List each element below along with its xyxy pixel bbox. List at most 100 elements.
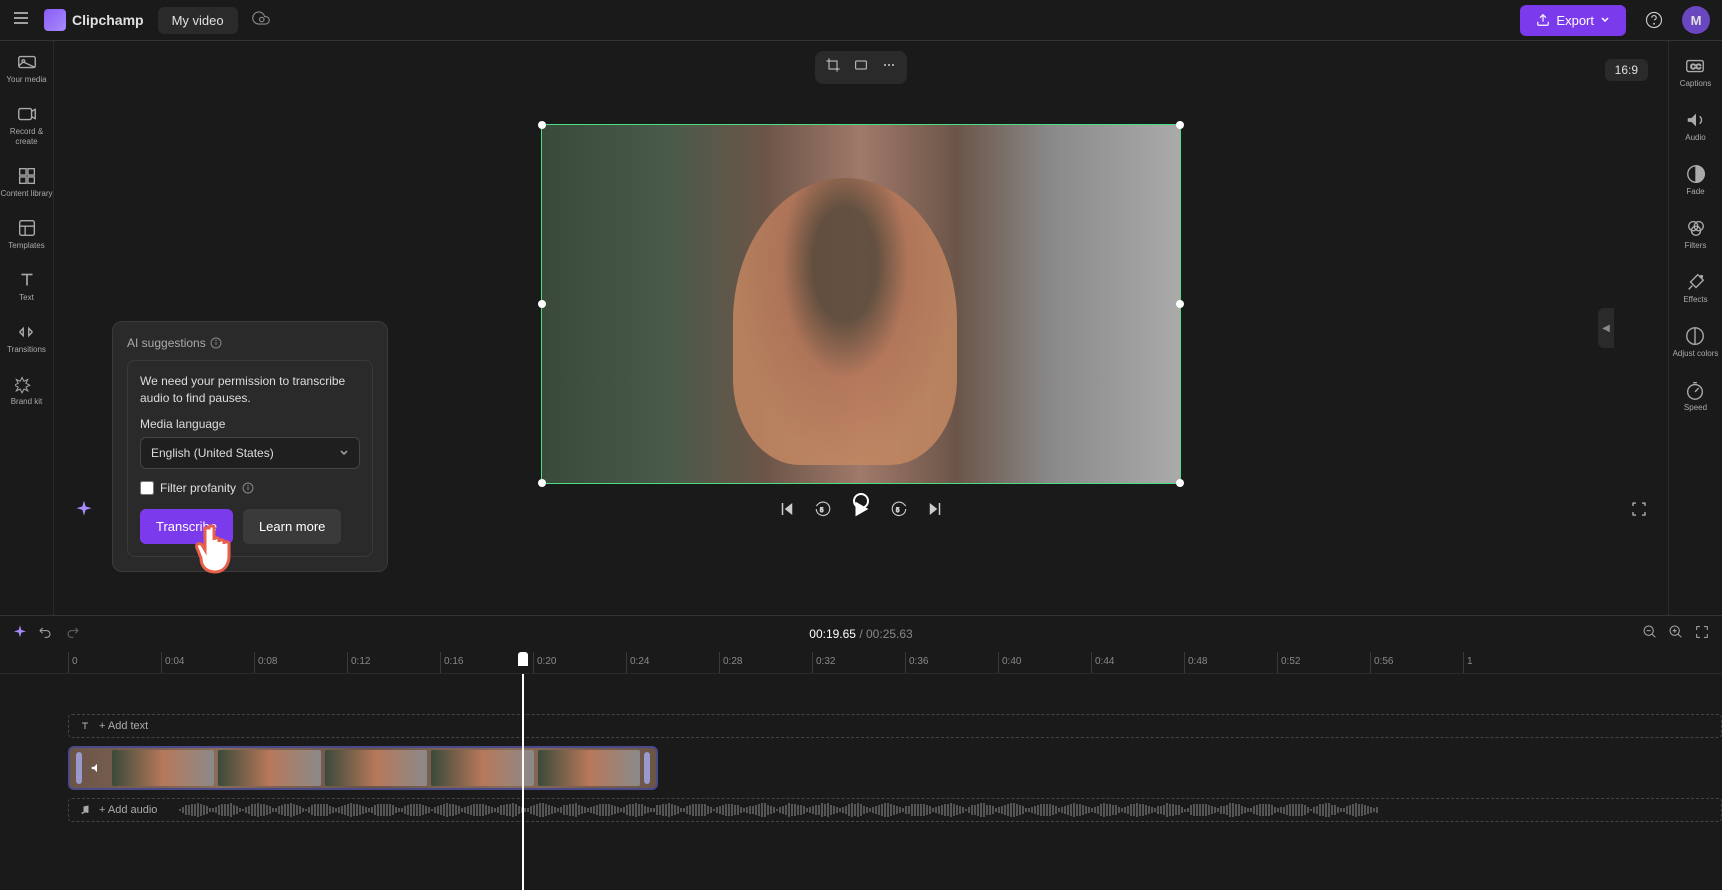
ai-suggestions-panel: AI suggestions We need your permission t… xyxy=(112,321,388,572)
resize-handle-tr[interactable] xyxy=(1176,121,1184,129)
cloud-sync-icon[interactable] xyxy=(252,9,270,32)
preview-center: 16:9 5 5 xyxy=(54,41,1668,615)
total-time: 00:25.63 xyxy=(866,627,913,641)
svg-text:5: 5 xyxy=(820,508,824,514)
sidebar-record-create[interactable]: Record & create xyxy=(0,103,53,147)
sidebar-your-media[interactable]: Your media xyxy=(6,51,46,85)
sidebar-fade[interactable]: Fade xyxy=(1685,163,1707,197)
playhead[interactable] xyxy=(522,674,524,890)
sidebar-label: Filters xyxy=(1685,241,1707,251)
redo-button[interactable] xyxy=(64,624,80,645)
timeline-timecode: 00:19.65 / 00:25.63 xyxy=(809,627,912,641)
zoom-out-button[interactable] xyxy=(1642,624,1658,645)
zoom-in-button[interactable] xyxy=(1668,624,1684,645)
svg-text:CC: CC xyxy=(1691,62,1702,71)
sidebar-left: Your media Record & create Content libra… xyxy=(0,41,54,615)
forward-button[interactable]: 5 xyxy=(890,500,908,523)
sidebar-label: Fade xyxy=(1686,187,1704,197)
ruler-tick: 0:20 xyxy=(533,652,556,673)
sidebar-brand-kit[interactable]: Brand kit xyxy=(11,373,43,407)
app-header: Clipchamp My video Export M xyxy=(0,0,1722,41)
video-thumbnail xyxy=(538,750,640,786)
ai-timeline-icon[interactable] xyxy=(12,624,28,645)
sidebar-filters[interactable]: Filters xyxy=(1685,217,1707,251)
clip-handle-right[interactable] xyxy=(644,752,650,784)
chevron-down-icon xyxy=(1600,15,1610,25)
sidebar-adjust-colors[interactable]: Adjust colors xyxy=(1673,325,1719,359)
sidebar-effects[interactable]: Effects xyxy=(1683,271,1707,305)
ai-button-row: Transcribe Learn more xyxy=(140,509,360,544)
skip-end-button[interactable] xyxy=(926,500,944,523)
text-track[interactable]: + Add text xyxy=(68,714,1722,738)
header-right: Export M xyxy=(1520,4,1710,36)
ai-sparkle-icon[interactable] xyxy=(74,499,94,524)
skip-start-button[interactable] xyxy=(778,500,796,523)
video-preview[interactable] xyxy=(541,124,1181,484)
undo-button[interactable] xyxy=(38,624,54,645)
preview-toolbar xyxy=(815,51,907,84)
logo-icon xyxy=(44,9,66,31)
help-button[interactable] xyxy=(1638,4,1670,36)
main-area: Your media Record & create Content libra… xyxy=(0,41,1722,615)
resize-handle-mr[interactable] xyxy=(1176,300,1184,308)
video-thumbnail xyxy=(431,750,533,786)
volume-icon[interactable] xyxy=(90,761,104,775)
sidebar-content-library[interactable]: Content library xyxy=(0,165,52,199)
info-icon[interactable] xyxy=(242,482,254,494)
current-time: 00:19.65 xyxy=(809,627,856,641)
app-name: Clipchamp xyxy=(72,12,144,28)
timeline-ruler[interactable]: 00:040:080:120:160:200:240:280:320:360:4… xyxy=(0,652,1722,674)
sidebar-text[interactable]: Text xyxy=(16,269,38,303)
music-icon xyxy=(79,804,91,816)
resize-handle-ml[interactable] xyxy=(538,300,546,308)
sidebar-captions[interactable]: CC Captions xyxy=(1680,55,1712,89)
ruler-tick: 0:08 xyxy=(254,652,277,673)
ai-panel-title: AI suggestions xyxy=(127,336,373,350)
app-logo[interactable]: Clipchamp xyxy=(44,9,144,31)
timeline-left-tools xyxy=(12,624,80,645)
rewind-button[interactable]: 5 xyxy=(814,500,832,523)
sidebar-label: Your media xyxy=(6,75,46,85)
sidebar-transitions[interactable]: Transitions xyxy=(7,321,46,355)
add-text-label: + Add text xyxy=(99,720,148,732)
timeline-tracks: + Add text + Add audio xyxy=(0,674,1722,890)
sidebar-speed[interactable]: Speed xyxy=(1684,379,1707,413)
zoom-fit-button[interactable] xyxy=(1694,624,1710,645)
ruler-tick: 0:52 xyxy=(1277,652,1300,673)
play-button[interactable] xyxy=(850,498,872,525)
resize-handle-tl[interactable] xyxy=(538,121,546,129)
permission-text: We need your permission to transcribe au… xyxy=(140,373,360,407)
learn-more-button[interactable]: Learn more xyxy=(243,509,341,544)
crop-icon[interactable] xyxy=(825,57,841,78)
sidebar-label: Captions xyxy=(1680,79,1712,89)
language-label: Media language xyxy=(140,417,360,431)
fullscreen-button[interactable] xyxy=(1630,500,1648,523)
more-icon[interactable] xyxy=(881,57,897,78)
filter-profanity-checkbox[interactable] xyxy=(140,481,154,495)
ai-panel-body: We need your permission to transcribe au… xyxy=(127,360,373,557)
sidebar-audio[interactable]: Audio xyxy=(1685,109,1707,143)
info-icon[interactable] xyxy=(210,337,222,349)
ruler-tick: 0:28 xyxy=(719,652,742,673)
sidebar-templates[interactable]: Templates xyxy=(8,217,44,251)
video-track-clip[interactable] xyxy=(68,746,658,790)
transcribe-button[interactable]: Transcribe xyxy=(140,509,233,544)
user-avatar[interactable]: M xyxy=(1682,6,1710,34)
add-audio-label: + Add audio xyxy=(99,804,157,816)
ruler-tick: 0:44 xyxy=(1091,652,1114,673)
video-thumbnail xyxy=(112,750,214,786)
language-select[interactable]: English (United States) xyxy=(140,437,360,469)
collapse-right-panel[interactable]: ◀ xyxy=(1598,308,1614,348)
video-thumbnail xyxy=(325,750,427,786)
fit-icon[interactable] xyxy=(853,57,869,78)
audio-track[interactable]: + Add audio xyxy=(68,798,1722,822)
timeline-header: 00:19.65 / 00:25.63 xyxy=(0,616,1722,652)
hamburger-menu-icon[interactable] xyxy=(12,9,30,32)
video-thumbnail xyxy=(218,750,320,786)
clip-handle-left[interactable] xyxy=(76,752,82,784)
ruler-tick: 0:56 xyxy=(1370,652,1393,673)
project-name[interactable]: My video xyxy=(158,7,238,34)
ai-title-text: AI suggestions xyxy=(127,336,206,350)
export-button[interactable]: Export xyxy=(1520,5,1626,36)
aspect-ratio-badge[interactable]: 16:9 xyxy=(1605,59,1648,81)
